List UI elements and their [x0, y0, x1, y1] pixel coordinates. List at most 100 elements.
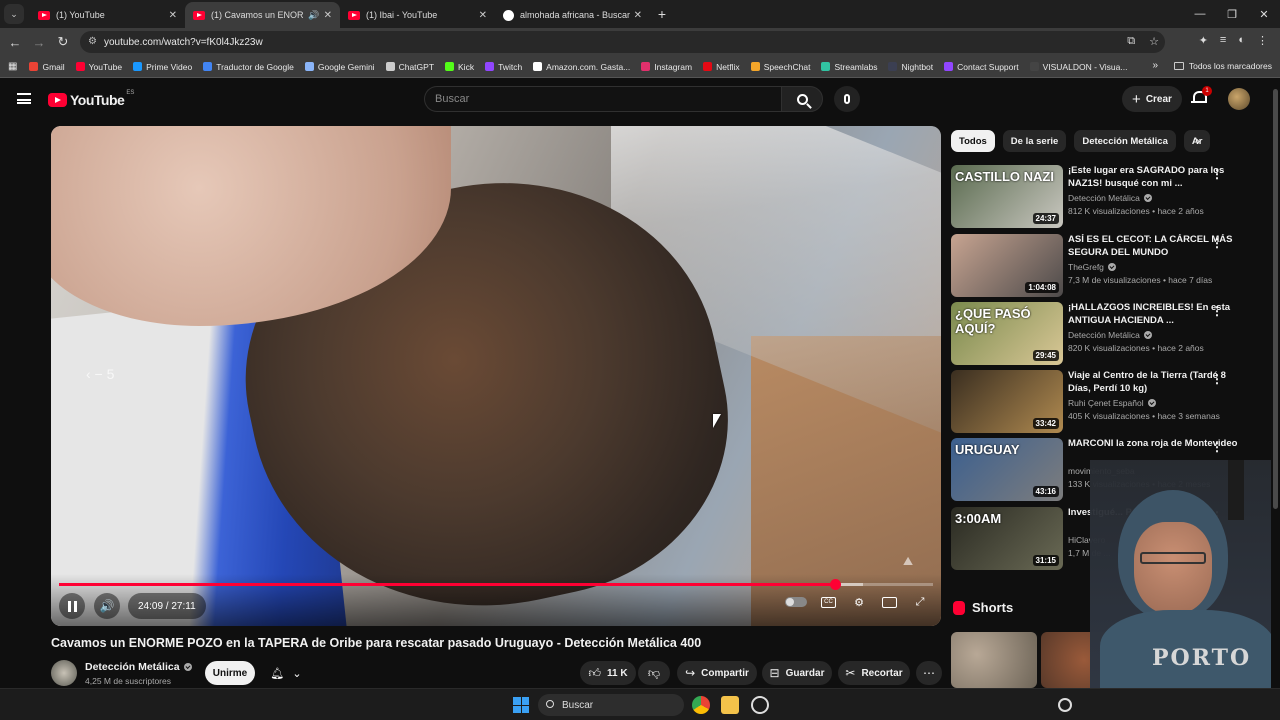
video-thumbnail[interactable]: 1:04:08 — [951, 234, 1063, 297]
chrome-icon[interactable] — [692, 696, 710, 714]
recommended-channel[interactable]: TheGrefg — [1068, 262, 1116, 272]
channel-watermark-icon[interactable]: ⛰ — [903, 554, 913, 569]
browser-tab[interactable]: almohada africana - Buscar con ✕ — [495, 2, 650, 28]
close-tab-icon[interactable]: ✕ — [324, 10, 332, 21]
menu-icon[interactable] — [17, 93, 31, 104]
video-thumbnail[interactable]: 3:00AM 31:15 — [951, 507, 1063, 570]
apps-grid-icon[interactable]: ▦ — [8, 61, 17, 72]
obs-icon[interactable] — [751, 696, 769, 714]
install-app-icon[interactable]: ⧉ — [1127, 35, 1135, 48]
chevron-right-icon[interactable]: › — [1196, 134, 1200, 148]
close-tab-icon[interactable]: ✕ — [169, 10, 177, 21]
bookmark-item[interactable]: SpeechChat — [750, 62, 810, 72]
close-tab-icon[interactable]: ✕ — [479, 10, 487, 21]
more-options-icon[interactable]: ⋮ — [1211, 304, 1223, 318]
recommended-video[interactable]: 33:42 Viaje al Centro de la Tierra (Tardé… — [951, 370, 1261, 434]
close-window-button[interactable]: ✕ — [1248, 0, 1280, 28]
bookmark-item[interactable]: Nightbot — [888, 62, 933, 72]
taskbar-search-input[interactable]: Buscar — [538, 694, 684, 716]
recommended-video[interactable]: CASTILLO NAZI 24:37 ¡Este lugar era SAGRAD… — [951, 165, 1261, 229]
minimize-button[interactable]: — — [1184, 0, 1216, 28]
back-button[interactable]: ← — [3, 35, 27, 50]
filter-chip[interactable]: De la serie — [1002, 130, 1067, 152]
more-options-icon[interactable]: ⋮ — [1211, 167, 1223, 181]
video-thumbnail[interactable]: 33:42 — [951, 370, 1063, 433]
bookmark-item[interactable]: Contact Support — [944, 62, 1019, 72]
video-player[interactable]: ‹ − 5 ⛰ 🔊 24:09 / 27:11 CC ⚙ ⤢ — [51, 126, 941, 626]
join-button[interactable]: Unirme — [205, 661, 255, 685]
bookmark-item[interactable]: Netflix — [703, 62, 740, 72]
search-button[interactable] — [781, 86, 823, 112]
file-explorer-icon[interactable] — [721, 696, 739, 714]
new-tab-button[interactable]: + — [650, 2, 674, 26]
audio-playing-icon[interactable]: 🔊 — [308, 10, 319, 21]
autoplay-toggle[interactable] — [785, 597, 807, 607]
browser-tab[interactable]: (1) YouTube ✕ — [30, 2, 185, 28]
more-options-icon[interactable]: ⋮ — [1211, 440, 1223, 454]
filter-chip[interactable]: Detección Metálica — [1074, 130, 1176, 152]
page-scrollbar[interactable] — [1271, 79, 1280, 688]
voice-search-button[interactable] — [834, 86, 860, 112]
windows-start-icon[interactable] — [513, 697, 529, 713]
more-options-icon[interactable]: ⋮ — [1211, 372, 1223, 386]
pause-button[interactable] — [59, 593, 85, 619]
video-thumbnail[interactable]: URUGUAY 43:16 — [951, 438, 1063, 501]
save-button[interactable]: ⊟ Guardar — [762, 661, 832, 685]
channel-name[interactable]: Detección Metálica — [85, 661, 192, 673]
bookmark-item[interactable]: Streamlabs — [821, 62, 877, 72]
mute-button[interactable]: 🔊 — [94, 593, 120, 619]
recommended-video[interactable]: ¿QUE PASÓ AQUÍ? 29:45 ¡HALLAZGOS INCREIBLE… — [951, 302, 1261, 366]
bookmark-item[interactable]: VISUALDON - Visua... — [1029, 62, 1127, 72]
share-button[interactable]: ↪ Compartir — [677, 661, 757, 685]
all-bookmarks-button[interactable]: Todos los marcadores — [1173, 61, 1272, 71]
bookmark-item[interactable]: YouTube — [75, 62, 122, 72]
bookmark-item[interactable]: Instagram — [641, 62, 692, 72]
subtitles-icon[interactable]: CC — [821, 596, 836, 608]
scrollbar-thumb[interactable] — [1273, 89, 1278, 509]
site-info-icon[interactable]: ⚙ — [88, 36, 97, 47]
short-thumbnail[interactable] — [951, 632, 1037, 688]
progress-scrubber[interactable] — [830, 579, 842, 590]
create-button[interactable]: + Crear — [1122, 86, 1182, 112]
browser-tab[interactable]: (1) Ibai - YouTube ✕ — [340, 2, 495, 28]
tray-app-icon[interactable] — [1058, 698, 1072, 712]
close-tab-icon[interactable]: ✕ — [634, 10, 642, 21]
bookmark-item[interactable]: Traductor de Google — [203, 62, 294, 72]
account-avatar[interactable] — [1228, 88, 1250, 110]
bookmark-star-icon[interactable]: ☆ — [1149, 35, 1159, 48]
progress-bar[interactable] — [59, 579, 933, 590]
settings-gear-icon[interactable]: ⚙ — [850, 593, 868, 611]
bookmark-item[interactable]: Kick — [445, 62, 474, 72]
recommended-channel[interactable]: Detección Metálica — [1068, 330, 1152, 340]
bookmark-item[interactable]: ChatGPT — [385, 62, 434, 72]
forward-button[interactable]: → — [27, 35, 51, 50]
youtube-logo[interactable]: YouTube ES — [48, 90, 134, 108]
video-thumbnail[interactable]: ¿QUE PASÓ AQUÍ? 29:45 — [951, 302, 1063, 365]
media-control-icon[interactable]: ≡ — [1220, 34, 1226, 47]
more-options-icon[interactable]: ⋮ — [1211, 236, 1223, 250]
extensions-icon[interactable]: ✦ — [1199, 34, 1208, 47]
browser-menu-icon[interactable]: ⋮ — [1257, 34, 1268, 47]
recommended-channel[interactable]: Detección Metálica — [1068, 193, 1152, 203]
more-bookmarks-icon[interactable]: » — [1152, 60, 1158, 71]
dislike-button[interactable]: 👎︎ — [638, 661, 670, 685]
more-actions-button[interactable]: ⋯ — [916, 661, 942, 685]
bookmark-item[interactable]: Google Gemini — [304, 62, 375, 72]
like-button[interactable]: 👍︎ 11 K — [580, 661, 636, 685]
filter-chip[interactable]: Todos — [951, 130, 995, 152]
fullscreen-icon[interactable]: ⤢ — [911, 593, 929, 611]
bookmark-item[interactable]: Gmail — [29, 62, 65, 72]
url-bar[interactable]: ⚙ youtube.com/watch?v=fK0l4Jkz23w ⧉ ☆ — [80, 31, 1165, 53]
reload-button[interactable]: ↻ — [51, 34, 75, 50]
video-thumbnail[interactable]: CASTILLO NAZI 24:37 — [951, 165, 1063, 228]
maximize-button[interactable]: ❐ — [1216, 0, 1248, 28]
bookmark-item[interactable]: Prime Video — [133, 62, 192, 72]
recommended-video[interactable]: 1:04:08 ASÍ ES EL CECOT: LA CÁRCEL MÁS SE… — [951, 234, 1261, 298]
clip-button[interactable]: ✂ Recortar — [838, 661, 910, 685]
profile-icon[interactable]: ◐ — [1238, 34, 1245, 47]
search-input[interactable]: Buscar — [424, 86, 781, 112]
channel-avatar[interactable] — [51, 660, 77, 686]
bookmark-item[interactable]: Amazon.com. Gasta... — [533, 62, 630, 72]
browser-tab[interactable]: (1) Cavamos un ENORME P 🔊 ✕ — [185, 2, 340, 28]
miniplayer-icon[interactable] — [882, 596, 897, 608]
